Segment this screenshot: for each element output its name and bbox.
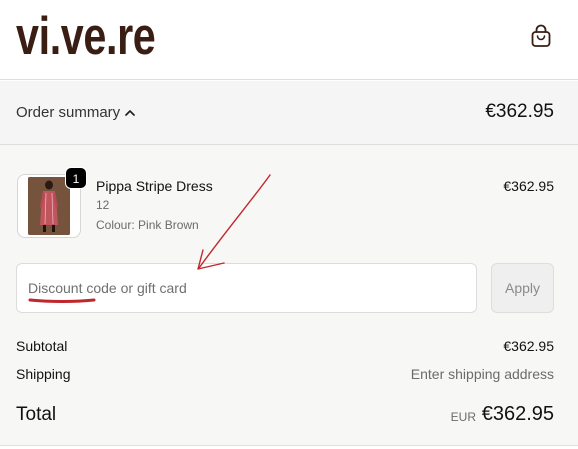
product-image [28, 177, 70, 235]
apply-discount-button[interactable]: Apply [491, 263, 554, 313]
subtotal-label: Subtotal [16, 338, 68, 354]
chevron-up-icon[interactable] [124, 107, 136, 119]
shopping-bag-icon[interactable] [530, 24, 552, 48]
shipping-value: Enter shipping address [410, 366, 554, 382]
product-colour: Colour: Pink Brown [96, 218, 199, 232]
product-size: 12 [96, 198, 110, 212]
product-name: Pippa Stripe Dress [96, 178, 213, 194]
shipping-label: Shipping [16, 366, 71, 382]
subtotal-value: €362.95 [503, 338, 554, 354]
total-currency: EUR [450, 410, 476, 424]
order-summary-label[interactable]: Order summary [16, 104, 120, 121]
order-summary-total: €362.95 [485, 101, 554, 122]
store-logo[interactable]: vi.ve.re [16, 9, 156, 65]
quantity-badge: 1 [65, 167, 87, 189]
discount-code-input[interactable] [16, 263, 477, 313]
store-header: vi.ve.re [0, 0, 578, 80]
total-value: €362.95 [481, 403, 554, 425]
product-price: €362.95 [503, 178, 554, 194]
total-label: Total [16, 404, 57, 425]
order-summary-panel: 1 Pippa Stripe Dress 12 Colour: Pink Bro… [0, 145, 578, 446]
order-summary-toggle[interactable]: Order summary €362.95 [0, 81, 578, 145]
